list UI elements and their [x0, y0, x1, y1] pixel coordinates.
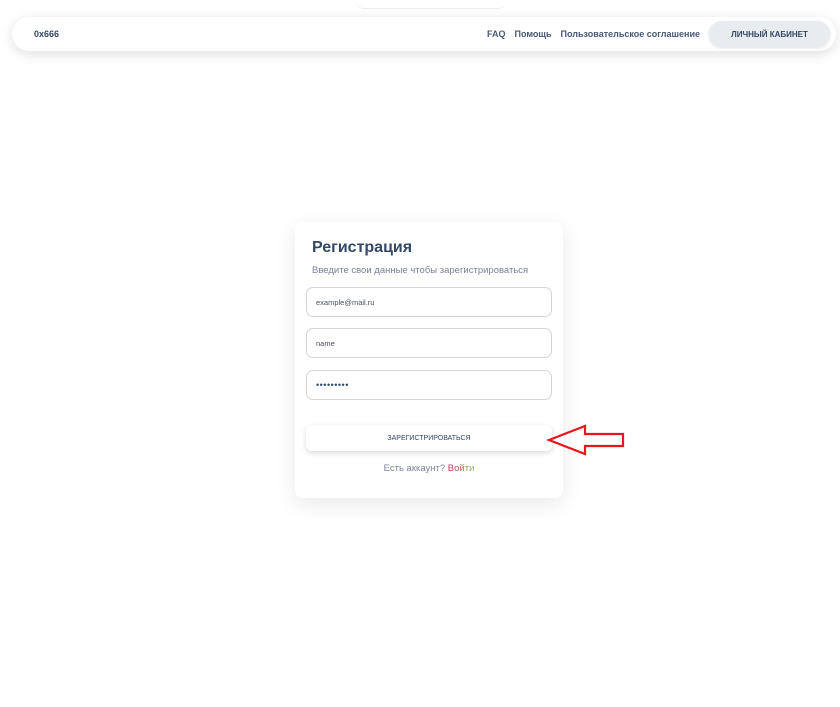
password-field[interactable]: ••••••••• [306, 370, 552, 400]
email-field[interactable]: example@mail.ru [306, 287, 552, 317]
top-edge-decoration [356, 0, 506, 9]
page-title: Регистрация [312, 239, 413, 256]
name-field[interactable]: name [306, 328, 552, 358]
login-prompt: Есть аккаунт? [383, 463, 446, 474]
personal-cabinet-button[interactable]: ЛИЧНЫЙ КАБИНЕТ [709, 21, 830, 47]
nav-link-faq[interactable]: FAQ [487, 29, 506, 39]
registration-card: Регистрация Введите свои данные чтобы за… [295, 222, 563, 498]
nav-link-user-agreement[interactable]: Пользовательское соглашение [561, 29, 700, 39]
arrow-left-icon [545, 424, 625, 456]
login-link[interactable]: Войти [448, 463, 475, 474]
login-row: Есть аккаунт? Войти [295, 463, 563, 474]
register-button[interactable]: ЗАРЕГИСТРИРОВАТЬСЯ [306, 425, 552, 451]
card-subtitle: Введите свои данные чтобы зарегистрирова… [312, 265, 529, 276]
navbar: 0x666 FAQ Помощь Пользовательское соглаш… [12, 17, 836, 51]
nav-links: FAQ Помощь Пользовательское соглашение Л… [487, 21, 830, 47]
nav-link-help[interactable]: Помощь [515, 29, 552, 39]
brand-logo[interactable]: 0x666 [34, 29, 59, 39]
